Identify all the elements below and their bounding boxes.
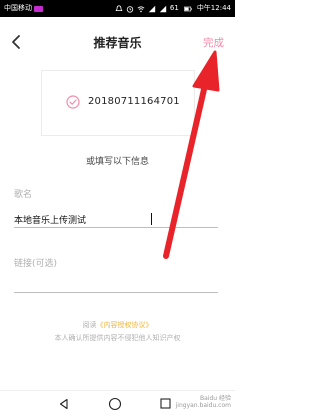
- or-fill-text: 或填写以下信息: [85, 157, 149, 167]
- page-title: 推荐音乐: [93, 36, 142, 50]
- agreement-line: 阅读《内容授权协议》: [0, 320, 235, 330]
- nav-recent-icon[interactable]: [160, 398, 171, 409]
- bell-icon: [115, 4, 123, 11]
- song-name-label: 歌名: [14, 190, 33, 200]
- battery-icon: [183, 6, 192, 11]
- agreement-prefix: 阅读: [82, 321, 97, 329]
- watermark-line-1: Baidu 经验: [200, 395, 231, 402]
- screen: 中国移动 61 中午12:44 推荐音乐 完成 20180711164701 或…: [0, 0, 235, 418]
- check-circle-icon: [66, 95, 80, 109]
- selected-song-card[interactable]: 20180711164701: [41, 70, 195, 136]
- alarm-icon: [126, 5, 134, 13]
- hd-badge-icon: [34, 5, 43, 12]
- link-input[interactable]: [14, 280, 218, 293]
- signal-icon: [148, 5, 156, 12]
- carrier-name: 中国移动: [4, 4, 32, 12]
- text-caret: [151, 213, 152, 225]
- agreement-link[interactable]: 《内容授权协议》: [97, 321, 153, 329]
- watermark-line-2: jingyan.baidu.com: [175, 402, 231, 409]
- status-right: 61 中午12:44: [115, 0, 231, 17]
- link-label: 链接(可选): [14, 259, 58, 269]
- nav-back-icon[interactable]: [58, 398, 70, 410]
- battery-percent: 61: [169, 4, 179, 12]
- watermark: Baidu 经验 jingyan.baidu.com: [176, 395, 231, 409]
- status-bar: 中国移动 61 中午12:44: [0, 0, 235, 17]
- status-left: 中国移动: [4, 0, 43, 17]
- nav-home-icon[interactable]: [108, 397, 122, 411]
- header: 推荐音乐 完成: [0, 17, 235, 65]
- status-time: 中午12:44: [196, 4, 231, 12]
- song-id: 20180711164701: [88, 96, 180, 107]
- wifi-icon: [137, 5, 145, 12]
- song-name-input[interactable]: [14, 211, 218, 228]
- agreement-note: 本人确认所提供内容不侵犯他人知识产权: [54, 334, 181, 342]
- signal-icon-2: [159, 5, 167, 12]
- done-button[interactable]: 完成: [203, 35, 224, 50]
